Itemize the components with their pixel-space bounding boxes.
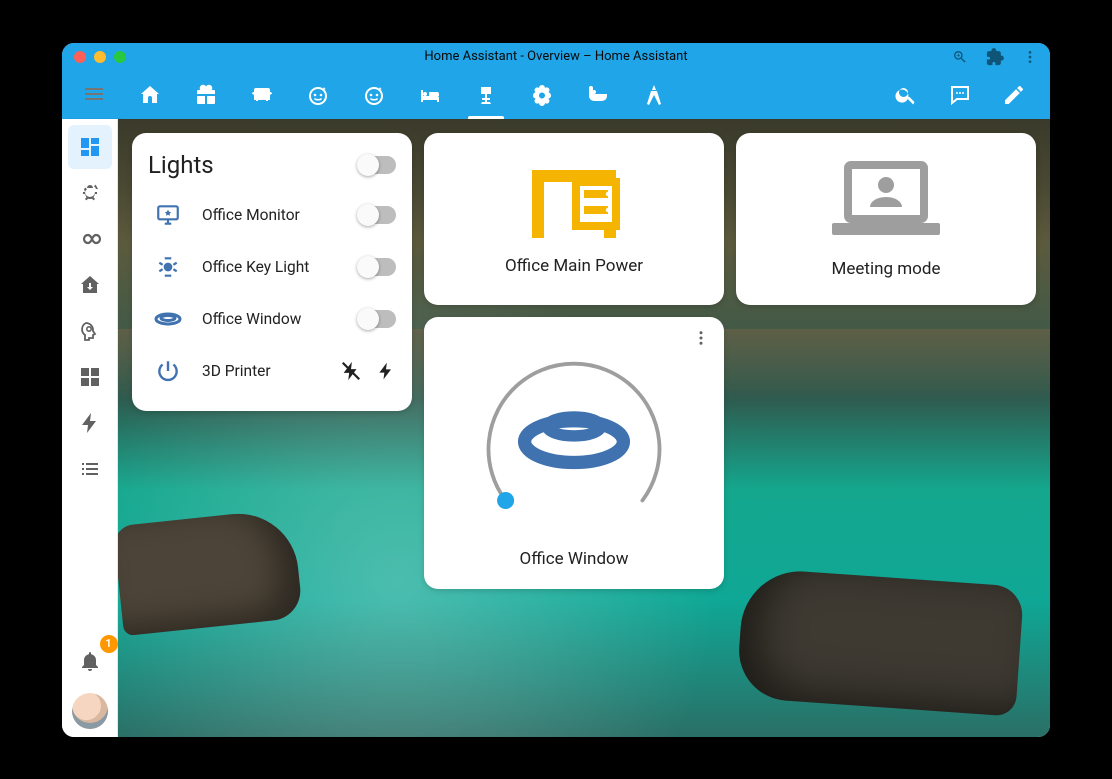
bed-icon (418, 83, 442, 107)
view-dashboard-icon (78, 135, 102, 159)
titlebar: Home Assistant - Overview – Home Assista… (62, 43, 1050, 71)
sidebar-item-debug[interactable] (68, 171, 112, 215)
extension-icon[interactable] (986, 48, 1004, 66)
entity-row-office-monitor[interactable]: Office Monitor (148, 189, 396, 241)
sidebar-item-overview[interactable] (68, 125, 112, 169)
zoom-in-icon[interactable] (952, 49, 968, 65)
card-menu-button[interactable] (692, 329, 710, 347)
minimize-window-button[interactable] (94, 51, 106, 63)
laptop-person-icon (826, 159, 946, 245)
tab-home[interactable] (122, 71, 178, 119)
entity-label: 3D Printer (202, 362, 326, 380)
gift-icon (194, 83, 218, 107)
office-monitor-toggle[interactable] (358, 206, 396, 224)
ledstrip-icon (154, 310, 182, 328)
tab-office[interactable] (458, 71, 514, 119)
bell-icon (78, 649, 102, 673)
office-chair-icon (474, 83, 498, 107)
view-grid-icon (78, 365, 102, 389)
tab-face2[interactable] (346, 71, 402, 119)
list-icon (78, 457, 102, 481)
entity-label: Office Key Light (202, 258, 344, 276)
tile-office-main-power[interactable]: Office Main Power (424, 133, 724, 305)
face-sparkle-icon (362, 83, 386, 107)
sidebar-item-infinity[interactable] (68, 217, 112, 261)
face-sparkle-icon (306, 83, 330, 107)
sidebar-item-panels[interactable] (68, 355, 112, 399)
flash-icon[interactable] (376, 360, 396, 382)
search-icon (894, 83, 918, 107)
app-window: Home Assistant - Overview – Home Assista… (62, 43, 1050, 737)
pencil-icon (1002, 83, 1026, 107)
tab-compass[interactable] (626, 71, 682, 119)
sidebar-item-energy[interactable] (68, 401, 112, 445)
entity-label: Office Monitor (202, 206, 344, 224)
assist-button[interactable] (936, 71, 984, 119)
dial-card-office-window: Office Window (424, 317, 724, 589)
tab-bed[interactable] (402, 71, 458, 119)
tab-flower[interactable] (514, 71, 570, 119)
zoom-window-button[interactable] (114, 51, 126, 63)
bug-icon (78, 181, 102, 205)
entity-row-office-window-light[interactable]: Office Window (148, 293, 396, 345)
tile-label: Office Main Power (505, 256, 643, 276)
user-avatar[interactable] (72, 693, 108, 729)
sidebar-item-install[interactable] (68, 263, 112, 307)
search-button[interactable] (882, 71, 930, 119)
tab-gift[interactable] (178, 71, 234, 119)
entity-row-office-keylight[interactable]: Office Key Light (148, 241, 396, 293)
traffic-lights (74, 51, 126, 63)
tab-bath[interactable] (570, 71, 626, 119)
dashboard-content: Lights Office Monitor Office Key Light (118, 119, 1050, 737)
home-heart-icon (138, 83, 162, 107)
kebab-menu-icon (692, 329, 710, 347)
office-window-light-toggle[interactable] (358, 310, 396, 328)
hamburger-menu-icon[interactable] (82, 82, 106, 106)
monitor-icon (155, 202, 181, 228)
notification-badge: 1 (100, 635, 118, 653)
head-cog-icon (78, 319, 102, 343)
tab-face1[interactable] (290, 71, 346, 119)
sidebar-item-logbook[interactable] (68, 447, 112, 491)
tile-label: Meeting mode (832, 259, 941, 279)
desk-icon (526, 162, 622, 242)
top-app-bar (62, 71, 1050, 119)
entity-row-3d-printer[interactable]: 3D Printer (148, 345, 396, 397)
close-window-button[interactable] (74, 51, 86, 63)
compass-icon (642, 83, 666, 107)
keylight-icon (155, 254, 181, 280)
entity-label: Office Window (202, 310, 344, 328)
sidebar: 1 (62, 119, 118, 737)
tile-meeting-mode[interactable]: Meeting mode (736, 133, 1036, 305)
dial-label: Office Window (520, 549, 629, 569)
sidebar-item-assist[interactable] (68, 309, 112, 353)
lights-card-title: Lights (148, 151, 214, 179)
flower-icon (530, 83, 554, 107)
lights-master-toggle[interactable] (358, 156, 396, 174)
tab-sofa[interactable] (234, 71, 290, 119)
lightning-icon (78, 411, 102, 435)
chat-icon (948, 83, 972, 107)
power-icon (155, 358, 181, 384)
bath-icon (586, 83, 610, 107)
edit-dashboard-button[interactable] (990, 71, 1038, 119)
view-tabs (122, 71, 882, 119)
kebab-menu-icon[interactable] (1022, 49, 1038, 65)
lights-card: Lights Office Monitor Office Key Light (132, 133, 412, 411)
sofa-icon (250, 83, 274, 107)
flash-off-icon[interactable] (340, 360, 362, 382)
install-icon (78, 273, 102, 297)
notifications-button[interactable]: 1 (68, 639, 112, 683)
window-title: Home Assistant - Overview – Home Assista… (424, 49, 687, 64)
infinity-icon (78, 227, 102, 251)
brightness-dial[interactable] (464, 339, 684, 529)
office-keylight-toggle[interactable] (358, 258, 396, 276)
